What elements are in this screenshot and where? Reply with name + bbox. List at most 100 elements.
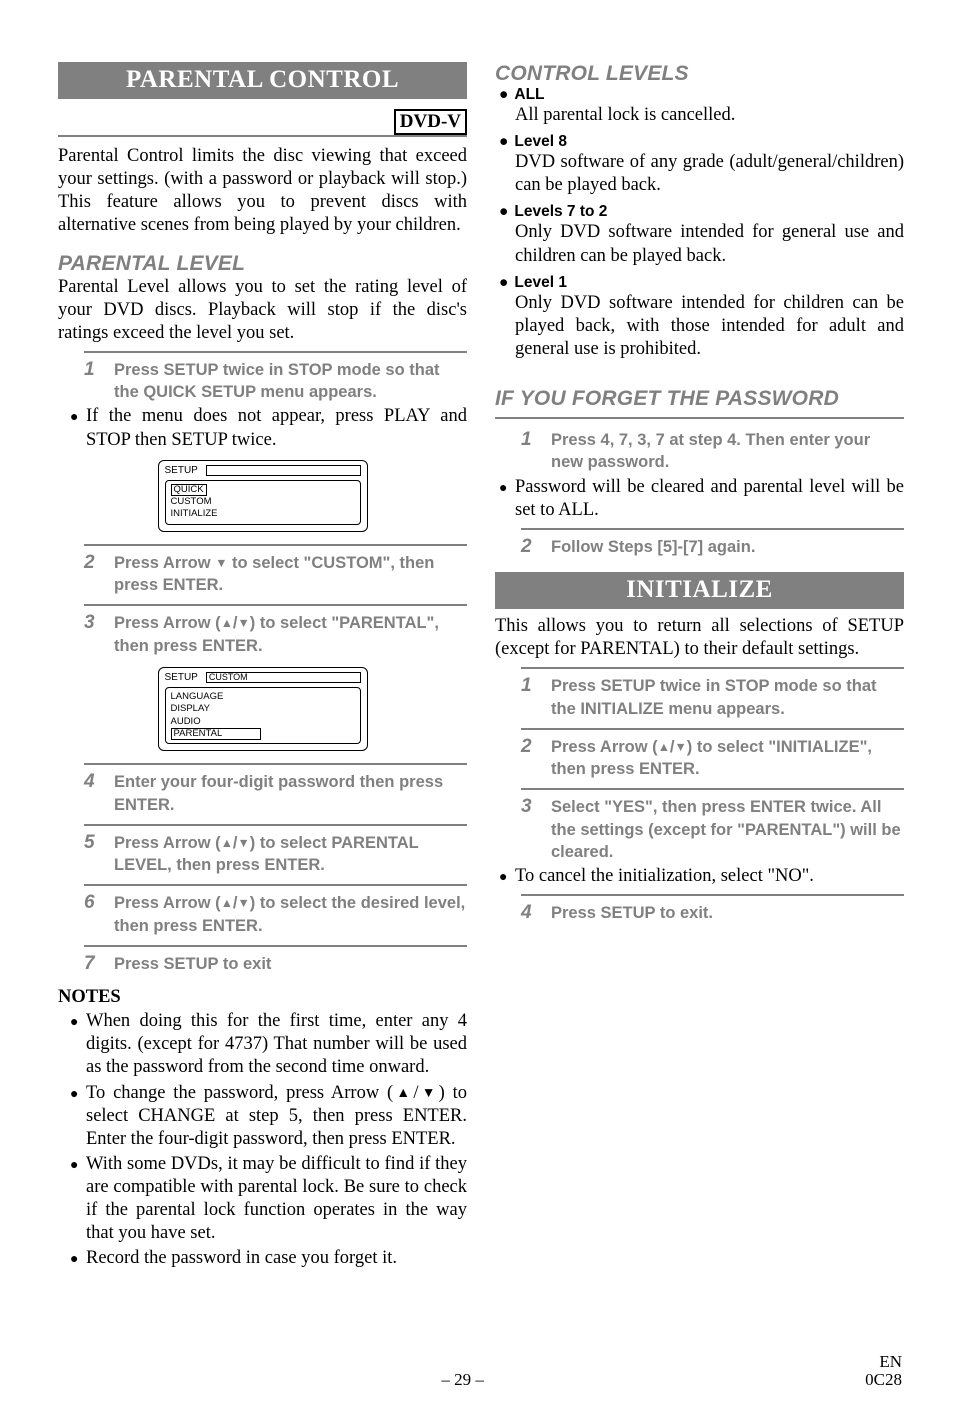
level-label: ALL xyxy=(514,86,544,104)
arrow-up-icon xyxy=(221,834,233,852)
bullet-text: If the menu does not appear, press PLAY … xyxy=(86,405,467,451)
menu-item-language: LANGUAGE xyxy=(171,691,355,703)
divider xyxy=(521,894,904,896)
step-text: Press Arrow (/) to select "INITIALIZE", … xyxy=(551,736,904,781)
diagram-title: SETUP xyxy=(165,465,198,476)
parental-level-heading: PARENTAL LEVEL xyxy=(58,252,467,276)
note-2: ● To change the password, press Arrow (/… xyxy=(58,1082,467,1151)
bullet-text: Password will be cleared and parental le… xyxy=(515,476,904,522)
bullet-icon: ● xyxy=(499,274,508,292)
parental-control-heading: PARENTAL CONTROL xyxy=(58,62,467,99)
divider xyxy=(84,884,467,886)
arrow-down-icon xyxy=(215,554,227,572)
arrow-up-icon xyxy=(221,894,233,912)
level-body: Only DVD software intended for children … xyxy=(495,292,904,361)
bullet-icon: ● xyxy=(499,133,508,151)
bullet-icon: ● xyxy=(70,1247,80,1270)
bullet-icon: ● xyxy=(499,86,508,104)
step-text: Follow Steps [5]-[7] again. xyxy=(551,536,904,558)
level-label: Levels 7 to 2 xyxy=(514,203,607,221)
step-1: 1 Press SETUP twice in STOP mode so that… xyxy=(58,357,467,406)
divider xyxy=(58,135,467,137)
forgot-step-1: 1 Press 4, 7, 3, 7 at step 4. Then enter… xyxy=(495,427,904,476)
step-number: 4 xyxy=(84,771,102,816)
control-level-7-2: ● Levels 7 to 2 Only DVD software intende… xyxy=(495,203,904,267)
right-column: CONTROL LEVELS ● ALL All parental lock is… xyxy=(495,62,904,1273)
bullet-text: To cancel the initialization, select "NO… xyxy=(515,865,904,888)
control-level-1: ●Level 1 Only DVD software intended for … xyxy=(495,274,904,361)
control-level-8: ● Level 8 DVD software of any grade (adul… xyxy=(495,133,904,197)
menu-item-custom: CUSTOM xyxy=(171,496,355,508)
arrow-down-icon xyxy=(238,614,250,632)
step-number: 1 xyxy=(521,675,539,720)
step-number: 2 xyxy=(521,736,539,781)
bullet-icon: ● xyxy=(70,1153,80,1246)
bullet-icon: ● xyxy=(499,203,508,221)
arrow-up-icon xyxy=(221,614,233,632)
dvd-v-badge: DVD-V xyxy=(394,109,467,135)
step-number: 3 xyxy=(521,796,539,863)
step-text: Enter your four-digit password then pres… xyxy=(114,771,467,816)
page-number: – 29 – xyxy=(441,1370,484,1390)
step-2: 2 Press Arrow to select "CUSTOM", then p… xyxy=(58,550,467,599)
level-body: Only DVD software intended for general u… xyxy=(495,221,904,267)
divider xyxy=(521,788,904,790)
arrow-up-icon xyxy=(393,1083,413,1103)
step-text: Press SETUP to exit. xyxy=(551,902,904,924)
bullet-icon: ● xyxy=(70,1010,80,1079)
step-text: Press SETUP twice in STOP mode so that t… xyxy=(551,675,904,720)
step-number: 2 xyxy=(521,536,539,558)
arrow-up-icon xyxy=(658,738,670,756)
step-number: 5 xyxy=(84,832,102,877)
parental-level-body: Parental Level allows you to set the rat… xyxy=(58,276,467,345)
forgot-bullet: ● Password will be cleared and parental … xyxy=(495,476,904,522)
note-text: With some DVDs, it may be difficult to f… xyxy=(86,1153,467,1246)
control-levels-heading: CONTROL LEVELS xyxy=(495,62,904,86)
arrow-down-icon xyxy=(238,834,250,852)
step-number: 1 xyxy=(521,429,539,474)
page-footer: – 29 – EN 0C28 xyxy=(58,1353,904,1390)
step-number: 6 xyxy=(84,892,102,937)
note-text: Record the password in case you forget i… xyxy=(86,1247,467,1270)
forgot-password-heading: IF YOU FORGET THE PASSWORD xyxy=(495,387,904,411)
step-text: Press 4, 7, 3, 7 at step 4. Then enter y… xyxy=(551,429,904,474)
divider xyxy=(84,824,467,826)
divider xyxy=(84,763,467,765)
note-text: To change the password, press Arrow (/) … xyxy=(86,1082,467,1151)
menu-item-audio: AUDIO xyxy=(171,716,355,728)
level-body: DVD software of any grade (adult/general… xyxy=(495,151,904,197)
step-number: 7 xyxy=(84,953,102,975)
init-step-1: 1 Press SETUP twice in STOP mode so that… xyxy=(495,673,904,722)
step-7: 7 Press SETUP to exit xyxy=(58,951,467,977)
setup-menu-diagram-1: SETUP QUICK CUSTOM INITIALIZE xyxy=(158,460,368,532)
step-text: Press Arrow to select "CUSTOM", then pre… xyxy=(114,552,467,597)
step-6: 6 Press Arrow (/) to select the desired … xyxy=(58,890,467,939)
note-text: When doing this for the first time, ente… xyxy=(86,1010,467,1079)
step-number: 4 xyxy=(521,902,539,924)
menu-item-initialize: INITIALIZE xyxy=(171,508,355,520)
control-level-all: ● ALL All parental lock is cancelled. xyxy=(495,86,904,127)
level-body: All parental lock is cancelled. xyxy=(495,104,904,127)
arrow-down-icon xyxy=(675,738,687,756)
divider xyxy=(495,417,904,419)
level-label: Level 8 xyxy=(514,133,567,151)
footer-code: EN 0C28 xyxy=(865,1353,902,1390)
step-text: Press Arrow (/) to select "PARENTAL", th… xyxy=(114,612,467,657)
diagram-title-box xyxy=(206,465,361,476)
divider xyxy=(84,351,467,353)
init-step-3: 3 Select "YES", then press ENTER twice. … xyxy=(495,794,904,865)
step-text: Select "YES", then press ENTER twice. Al… xyxy=(551,796,904,863)
menu-item-parental: PARENTAL xyxy=(171,728,261,740)
init-bullet: ● To cancel the initialization, select "… xyxy=(495,865,904,888)
step-1-bullet: ● If the menu does not appear, press PLA… xyxy=(58,405,467,451)
step-text: Press Arrow (/) to select PARENTAL LEVEL… xyxy=(114,832,467,877)
bullet-icon: ● xyxy=(70,1082,80,1151)
divider xyxy=(521,667,904,669)
divider xyxy=(84,945,467,947)
bullet-icon: ● xyxy=(499,865,509,888)
arrow-down-icon xyxy=(238,894,250,912)
note-3: ● With some DVDs, it may be difficult to… xyxy=(58,1153,467,1246)
step-number: 3 xyxy=(84,612,102,657)
initialize-body: This allows you to return all selections… xyxy=(495,615,904,661)
step-text: Press SETUP twice in STOP mode so that t… xyxy=(114,359,467,404)
